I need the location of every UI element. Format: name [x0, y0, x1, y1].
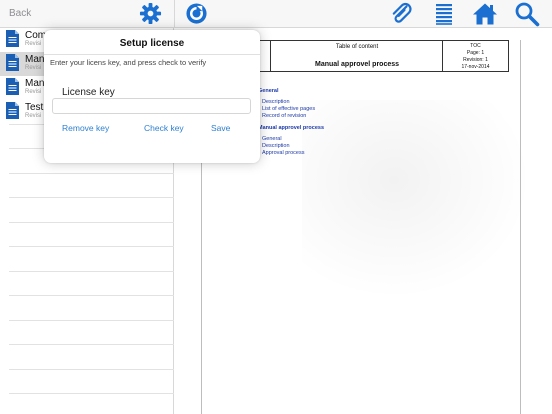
list-divider	[9, 222, 174, 223]
list-divider	[9, 246, 174, 247]
meta-code: TOC	[470, 43, 481, 49]
header-subtitle: Manual approvel process	[314, 61, 400, 68]
toc-entry[interactable]: General	[262, 136, 282, 142]
toc-list-icon[interactable]	[435, 3, 453, 25]
remove-key-button[interactable]: Remove key	[62, 123, 109, 133]
list-divider	[9, 393, 174, 394]
page-shading	[302, 100, 532, 300]
setup-license-dialog: Setup license Enter your licens key, and…	[44, 30, 260, 163]
check-key-button[interactable]: Check key	[144, 123, 184, 133]
dialog-divider	[44, 54, 260, 55]
list-divider	[9, 173, 174, 174]
document-revision: Revisi	[25, 113, 42, 119]
meta-date: 17-nov-2014	[461, 64, 490, 70]
toolbar-divider	[174, 0, 175, 28]
meta-revision: Revision: 1	[463, 57, 488, 63]
header-title-cell: Table of content Manual approvel process	[271, 41, 443, 71]
top-toolbar: Back	[0, 0, 552, 28]
list-divider	[9, 369, 174, 370]
back-button[interactable]: Back	[9, 8, 31, 19]
document-icon	[6, 54, 19, 71]
toc-entry[interactable]: Approval process	[262, 150, 305, 156]
toc-section-heading[interactable]: Manual approvel process	[258, 125, 324, 131]
license-key-input[interactable]	[52, 98, 251, 114]
document-revision: Revisi	[25, 65, 42, 71]
search-icon[interactable]	[514, 1, 540, 27]
sync-icon[interactable]	[185, 2, 208, 25]
document-title: Test	[25, 102, 44, 113]
list-divider	[9, 320, 174, 321]
toc-entry[interactable]: Description	[262, 143, 290, 149]
header-title: Table of content	[335, 44, 379, 50]
document-icon	[6, 30, 19, 47]
gear-icon[interactable]	[139, 2, 162, 25]
toc-section-heading[interactable]: General	[258, 88, 278, 94]
document-icon	[6, 78, 19, 95]
toc-entry[interactable]: Description	[262, 99, 290, 105]
list-divider	[9, 197, 174, 198]
list-divider	[9, 271, 174, 272]
app-window: Back Com Revisi Manu Revisi Manu Revisi …	[0, 0, 552, 414]
license-key-label: License key	[62, 87, 115, 98]
document-revision: Revisi	[25, 89, 42, 95]
meta-page: Page: 1	[466, 50, 485, 56]
document-revision: Revisi	[25, 41, 42, 47]
save-button[interactable]: Save	[211, 123, 230, 133]
toc-entry[interactable]: Record of revision	[262, 113, 306, 119]
paperclip-icon[interactable]	[390, 2, 414, 26]
document-title: Com	[25, 30, 47, 41]
toc-entry[interactable]: List of effective pages	[262, 106, 315, 112]
dialog-title: Setup license	[119, 38, 185, 49]
dialog-instructions: Enter your licens key, and press check t…	[50, 58, 207, 67]
header-meta-cell: TOC Page: 1 Revision: 1 17-nov-2014	[443, 41, 508, 71]
list-divider	[9, 344, 174, 345]
home-icon[interactable]	[472, 2, 498, 26]
list-divider	[9, 295, 174, 296]
document-icon	[6, 102, 19, 119]
